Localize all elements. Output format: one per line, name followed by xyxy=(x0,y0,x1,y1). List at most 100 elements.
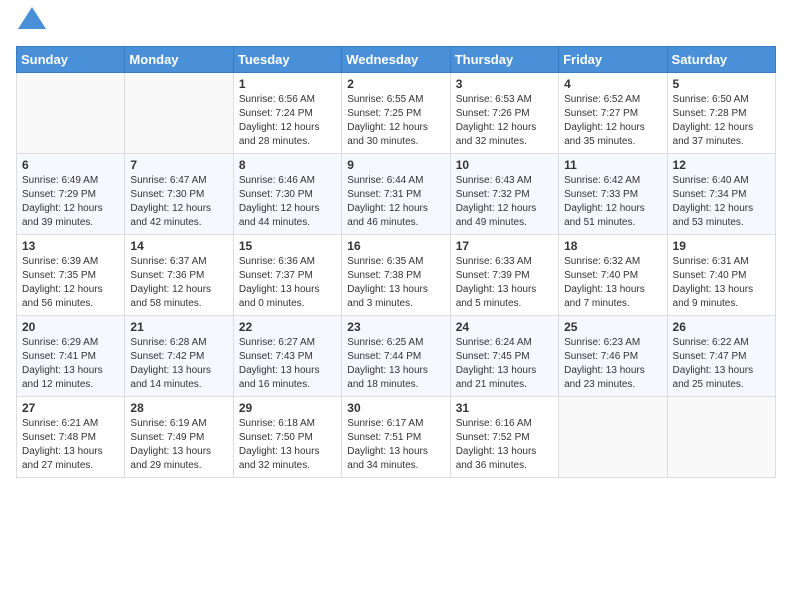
day-info: Sunrise: 6:35 AM Sunset: 7:38 PM Dayligh… xyxy=(347,255,444,311)
day-number: 30 xyxy=(347,401,444,415)
day-number: 20 xyxy=(22,320,119,334)
day-number: 21 xyxy=(130,320,227,334)
day-number: 12 xyxy=(673,158,770,172)
calendar-week-row: 6 Sunrise: 6:49 AM Sunset: 7:29 PM Daylig… xyxy=(17,154,776,235)
day-number: 4 xyxy=(564,77,661,91)
calendar-cell: 29 Sunrise: 6:18 AM Sunset: 7:50 PM Dayli… xyxy=(233,397,341,478)
day-info: Sunrise: 6:43 AM Sunset: 7:32 PM Dayligh… xyxy=(456,174,553,230)
calendar-cell: 7 Sunrise: 6:47 AM Sunset: 7:30 PM Daylig… xyxy=(125,154,233,235)
day-number: 8 xyxy=(239,158,336,172)
weekday-header-friday: Friday xyxy=(559,47,667,73)
day-info: Sunrise: 6:52 AM Sunset: 7:27 PM Dayligh… xyxy=(564,93,661,149)
day-number: 13 xyxy=(22,239,119,253)
logo-icon xyxy=(18,7,46,29)
day-info: Sunrise: 6:29 AM Sunset: 7:41 PM Dayligh… xyxy=(22,336,119,392)
day-number: 22 xyxy=(239,320,336,334)
calendar-cell: 17 Sunrise: 6:33 AM Sunset: 7:39 PM Dayli… xyxy=(450,235,558,316)
day-info: Sunrise: 6:19 AM Sunset: 7:49 PM Dayligh… xyxy=(130,417,227,473)
day-number: 10 xyxy=(456,158,553,172)
calendar-cell: 1Sunrise: 6:56 AM Sunset: 7:24 PM Daylig… xyxy=(233,73,341,154)
day-number: 17 xyxy=(456,239,553,253)
day-info: Sunrise: 6:39 AM Sunset: 7:35 PM Dayligh… xyxy=(22,255,119,311)
weekday-header-wednesday: Wednesday xyxy=(342,47,450,73)
calendar-cell: 20 Sunrise: 6:29 AM Sunset: 7:41 PM Dayli… xyxy=(17,316,125,397)
calendar-table: SundayMondayTuesdayWednesdayThursdayFrid… xyxy=(16,46,776,478)
calendar-cell: 23Sunrise: 6:25 AM Sunset: 7:44 PM Dayli… xyxy=(342,316,450,397)
day-info: Sunrise: 6:31 AM Sunset: 7:40 PM Dayligh… xyxy=(673,255,770,311)
day-number: 18 xyxy=(564,239,661,253)
calendar-cell: 11 Sunrise: 6:42 AM Sunset: 7:33 PM Dayli… xyxy=(559,154,667,235)
calendar-week-row: 27 Sunrise: 6:21 AM Sunset: 7:48 PM Dayli… xyxy=(17,397,776,478)
day-number: 31 xyxy=(456,401,553,415)
day-info: Sunrise: 6:49 AM Sunset: 7:29 PM Dayligh… xyxy=(22,174,119,230)
calendar-cell: 22 Sunrise: 6:27 AM Sunset: 7:43 PM Dayli… xyxy=(233,316,341,397)
day-info: Sunrise: 6:44 AM Sunset: 7:31 PM Dayligh… xyxy=(347,174,444,230)
day-info: Sunrise: 6:46 AM Sunset: 7:30 PM Dayligh… xyxy=(239,174,336,230)
calendar-cell: 10 Sunrise: 6:43 AM Sunset: 7:32 PM Dayli… xyxy=(450,154,558,235)
logo xyxy=(16,16,46,38)
calendar-cell: 3Sunrise: 6:53 AM Sunset: 7:26 PM Daylig… xyxy=(450,73,558,154)
day-info: Sunrise: 6:42 AM Sunset: 7:33 PM Dayligh… xyxy=(564,174,661,230)
day-info: Sunrise: 6:40 AM Sunset: 7:34 PM Dayligh… xyxy=(673,174,770,230)
day-number: 11 xyxy=(564,158,661,172)
calendar-cell: 30 Sunrise: 6:17 AM Sunset: 7:51 PM Dayli… xyxy=(342,397,450,478)
day-info: Sunrise: 6:21 AM Sunset: 7:48 PM Dayligh… xyxy=(22,417,119,473)
day-info: Sunrise: 6:23 AM Sunset: 7:46 PM Dayligh… xyxy=(564,336,661,392)
day-number: 2 xyxy=(347,77,444,91)
calendar-cell: 6 Sunrise: 6:49 AM Sunset: 7:29 PM Daylig… xyxy=(17,154,125,235)
calendar-cell: 21 Sunrise: 6:28 AM Sunset: 7:42 PM Dayli… xyxy=(125,316,233,397)
day-info: Sunrise: 6:56 AM Sunset: 7:24 PM Dayligh… xyxy=(239,93,336,149)
calendar-cell: 2 Sunrise: 6:55 AM Sunset: 7:25 PM Daylig… xyxy=(342,73,450,154)
page-header xyxy=(16,16,776,38)
calendar-cell: 18 Sunrise: 6:32 AM Sunset: 7:40 PM Dayli… xyxy=(559,235,667,316)
day-number: 29 xyxy=(239,401,336,415)
day-info: Sunrise: 6:50 AM Sunset: 7:28 PM Dayligh… xyxy=(673,93,770,149)
day-info: Sunrise: 6:36 AM Sunset: 7:37 PM Dayligh… xyxy=(239,255,336,311)
calendar-cell: 28Sunrise: 6:19 AM Sunset: 7:49 PM Dayli… xyxy=(125,397,233,478)
calendar-cell: 27 Sunrise: 6:21 AM Sunset: 7:48 PM Dayli… xyxy=(17,397,125,478)
weekday-header-sunday: Sunday xyxy=(17,47,125,73)
calendar-cell: 15 Sunrise: 6:36 AM Sunset: 7:37 PM Dayli… xyxy=(233,235,341,316)
calendar-cell: 24 Sunrise: 6:24 AM Sunset: 7:45 PM Dayli… xyxy=(450,316,558,397)
day-info: Sunrise: 6:17 AM Sunset: 7:51 PM Dayligh… xyxy=(347,417,444,473)
weekday-header-thursday: Thursday xyxy=(450,47,558,73)
day-info: Sunrise: 6:27 AM Sunset: 7:43 PM Dayligh… xyxy=(239,336,336,392)
day-info: Sunrise: 6:47 AM Sunset: 7:30 PM Dayligh… xyxy=(130,174,227,230)
weekday-header-monday: Monday xyxy=(125,47,233,73)
day-number: 14 xyxy=(130,239,227,253)
day-number: 25 xyxy=(564,320,661,334)
day-number: 24 xyxy=(456,320,553,334)
calendar-week-row: 20 Sunrise: 6:29 AM Sunset: 7:41 PM Dayli… xyxy=(17,316,776,397)
day-number: 3 xyxy=(456,77,553,91)
calendar-cell: 4 Sunrise: 6:52 AM Sunset: 7:27 PM Daylig… xyxy=(559,73,667,154)
day-number: 19 xyxy=(673,239,770,253)
calendar-cell xyxy=(17,73,125,154)
day-info: Sunrise: 6:24 AM Sunset: 7:45 PM Dayligh… xyxy=(456,336,553,392)
weekday-header-saturday: Saturday xyxy=(667,47,775,73)
day-number: 7 xyxy=(130,158,227,172)
calendar-cell: 8 Sunrise: 6:46 AM Sunset: 7:30 PM Daylig… xyxy=(233,154,341,235)
calendar-cell: 16Sunrise: 6:35 AM Sunset: 7:38 PM Dayli… xyxy=(342,235,450,316)
day-number: 6 xyxy=(22,158,119,172)
day-number: 15 xyxy=(239,239,336,253)
calendar-cell: 31 Sunrise: 6:16 AM Sunset: 7:52 PM Dayli… xyxy=(450,397,558,478)
day-info: Sunrise: 6:55 AM Sunset: 7:25 PM Dayligh… xyxy=(347,93,444,149)
day-info: Sunrise: 6:16 AM Sunset: 7:52 PM Dayligh… xyxy=(456,417,553,473)
calendar-cell: 5 Sunrise: 6:50 AM Sunset: 7:28 PM Daylig… xyxy=(667,73,775,154)
day-number: 27 xyxy=(22,401,119,415)
day-info: Sunrise: 6:22 AM Sunset: 7:47 PM Dayligh… xyxy=(673,336,770,392)
calendar-cell: 26 Sunrise: 6:22 AM Sunset: 7:47 PM Dayli… xyxy=(667,316,775,397)
day-info: Sunrise: 6:33 AM Sunset: 7:39 PM Dayligh… xyxy=(456,255,553,311)
day-number: 26 xyxy=(673,320,770,334)
day-number: 5 xyxy=(673,77,770,91)
day-info: Sunrise: 6:28 AM Sunset: 7:42 PM Dayligh… xyxy=(130,336,227,392)
day-number: 9 xyxy=(347,158,444,172)
calendar-header-row: SundayMondayTuesdayWednesdayThursdayFrid… xyxy=(17,47,776,73)
day-info: Sunrise: 6:18 AM Sunset: 7:50 PM Dayligh… xyxy=(239,417,336,473)
day-info: Sunrise: 6:32 AM Sunset: 7:40 PM Dayligh… xyxy=(564,255,661,311)
weekday-header-tuesday: Tuesday xyxy=(233,47,341,73)
calendar-week-row: 1Sunrise: 6:56 AM Sunset: 7:24 PM Daylig… xyxy=(17,73,776,154)
day-number: 23 xyxy=(347,320,444,334)
calendar-cell: 9 Sunrise: 6:44 AM Sunset: 7:31 PM Daylig… xyxy=(342,154,450,235)
calendar-cell: 12 Sunrise: 6:40 AM Sunset: 7:34 PM Dayli… xyxy=(667,154,775,235)
